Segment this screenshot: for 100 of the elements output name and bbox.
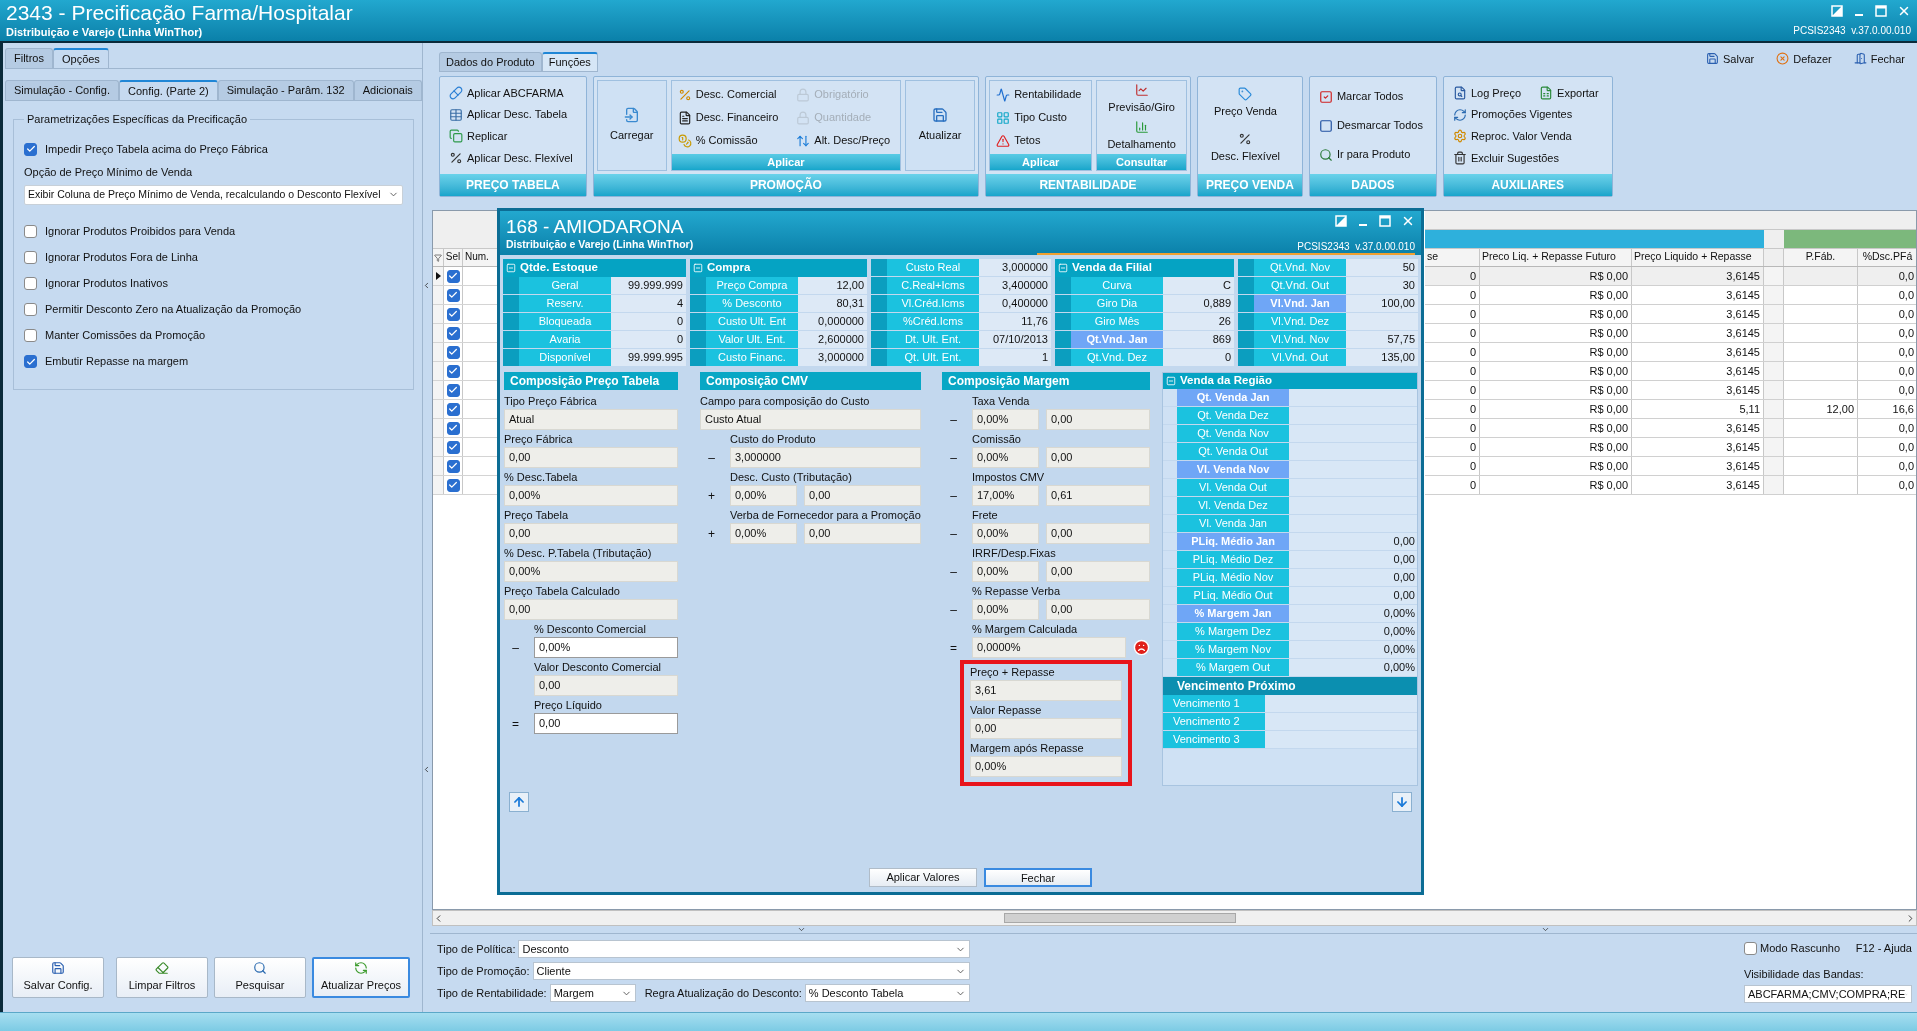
ribbon-button[interactable]: Desc. Financeiro: [677, 108, 783, 127]
restore-icon[interactable]: [1831, 5, 1843, 17]
checkbox[interactable]: [446, 478, 460, 492]
column-header[interactable]: se: [1425, 249, 1480, 266]
input-field[interactable]: 0,00%: [504, 485, 678, 506]
dropdown[interactable]: Cliente: [532, 962, 970, 980]
tab[interactable]: Simulação - Config.: [5, 80, 119, 100]
input-field[interactable]: 0,00%: [534, 637, 678, 658]
collapse-icon[interactable]: [1166, 376, 1176, 386]
checkbox[interactable]: [446, 440, 460, 454]
collapse-icon[interactable]: [693, 263, 703, 273]
checkbox[interactable]: [446, 269, 460, 283]
ribbon-button[interactable]: Ir para Produto: [1318, 145, 1415, 164]
input-field[interactable]: 0,00%: [972, 523, 1039, 544]
input-field[interactable]: 0,00: [534, 713, 678, 734]
ribbon-button[interactable]: Aplicar Desc. Flexível: [449, 148, 577, 168]
input-field[interactable]: 0,00%: [970, 756, 1122, 777]
input-field[interactable]: 0,00: [534, 675, 678, 696]
input-field[interactable]: 0,00: [1046, 561, 1150, 582]
checkbox[interactable]: [446, 345, 460, 359]
input-field[interactable]: 0,00%: [972, 447, 1039, 468]
input-field[interactable]: 0,00%: [972, 599, 1039, 620]
checkbox[interactable]: [446, 421, 460, 435]
ribbon-button[interactable]: % Comissão: [677, 131, 762, 150]
tab[interactable]: Filtros: [5, 48, 53, 68]
action-button[interactable]: Limpar Filtros: [116, 957, 208, 998]
ribbon-button[interactable]: Replicar: [449, 126, 512, 146]
ribbon-button[interactable]: Log Preço: [1452, 83, 1526, 103]
input-field[interactable]: 0,0000%: [972, 637, 1126, 658]
input-field[interactable]: 3,61: [970, 680, 1122, 701]
move-down-button[interactable]: [1392, 792, 1412, 812]
ribbon-button[interactable]: Promoções Vigentes: [1452, 105, 1577, 125]
toolbar-button[interactable]: Defazer: [1776, 50, 1832, 67]
dropdown[interactable]: ABCFARMA;CMV;COMPRA;RE: [1744, 985, 1912, 1003]
chevron-down-icon[interactable]: [1540, 925, 1550, 934]
input-field[interactable]: 0,00: [804, 523, 921, 544]
input-field[interactable]: 0,00: [504, 447, 678, 468]
input-field[interactable]: 0,00: [1046, 447, 1150, 468]
tab[interactable]: Config. (Parte 2): [119, 80, 218, 100]
row-selector[interactable]: [433, 267, 444, 285]
input-field[interactable]: 0,00: [504, 523, 678, 544]
chevron-left-icon[interactable]: [422, 765, 431, 775]
dropdown[interactable]: Desconto: [518, 940, 970, 958]
tab[interactable]: Simulação - Parâm. 132: [217, 80, 354, 100]
checkbox[interactable]: [446, 307, 460, 321]
ribbon-button[interactable]: Rentabilidade: [996, 85, 1086, 104]
column-header[interactable]: Num.: [463, 249, 498, 266]
ribbon-button[interactable]: Detalhamento: [1103, 119, 1180, 152]
ribbon-button[interactable]: Tetos: [996, 131, 1045, 150]
column-header[interactable]: Sel: [444, 249, 463, 266]
table-row[interactable]: 0 R$ 0,00 3,6145 0,0: [1425, 457, 1916, 476]
input-field[interactable]: 0,00: [804, 485, 921, 506]
table-row[interactable]: 0 R$ 0,00 3,6145 0,0: [1425, 286, 1916, 305]
dropdown[interactable]: Exibir Coluna de Preço Mínimo de Venda, recalculando o Desconto Flexível: [24, 184, 403, 205]
dialog-button[interactable]: Fechar: [984, 868, 1092, 887]
ribbon-button[interactable]: Marcar Todos: [1318, 87, 1408, 106]
tab[interactable]: Adicionais: [353, 80, 422, 100]
ribbon-button[interactable]: Reproc. Valor Venda: [1452, 126, 1576, 146]
input-field[interactable]: 0,61: [1046, 485, 1150, 506]
table-row[interactable]: 0 R$ 0,00 3,6145 0,0: [1425, 419, 1916, 438]
checkbox[interactable]: [446, 288, 460, 302]
table-row[interactable]: 0 R$ 0,00 3,6145 0,0: [1425, 476, 1916, 495]
action-button[interactable]: Salvar Config.: [12, 957, 104, 998]
dialog-button[interactable]: Aplicar Valores: [869, 868, 977, 887]
tab[interactable]: Dados do Produto: [439, 52, 542, 71]
table-row[interactable]: 0 R$ 0,00 3,6145 0,0: [1425, 381, 1916, 400]
tab[interactable]: Funções: [541, 52, 598, 71]
checkbox[interactable]: [24, 355, 37, 368]
input-field[interactable]: 17,00%: [972, 485, 1039, 506]
move-up-button[interactable]: [509, 792, 529, 812]
table-row[interactable]: 0 R$ 0,00 3,6145 0,0: [1425, 324, 1916, 343]
ribbon-button[interactable]: Aplicar ABCFARMA: [449, 83, 568, 103]
close-icon[interactable]: [1897, 4, 1911, 18]
checkbox[interactable]: [446, 402, 460, 416]
input-field[interactable]: 0,00%: [972, 409, 1039, 430]
input-field[interactable]: 0,00: [504, 599, 678, 620]
chevron-left-icon[interactable]: [422, 280, 431, 290]
chevron-down-icon[interactable]: [797, 925, 807, 934]
ribbon-button[interactable]: Desc. Comercial: [677, 85, 781, 104]
filter-icon[interactable]: [434, 253, 442, 262]
checkbox[interactable]: [24, 251, 37, 264]
checkbox[interactable]: [24, 142, 37, 156]
table-row[interactable]: 0 R$ 0,00 3,6145 0,0: [1425, 438, 1916, 457]
action-button[interactable]: Atualizar Preços: [312, 957, 410, 998]
ribbon-button[interactable]: Carregar: [596, 80, 667, 171]
table-row[interactable]: 0 R$ 0,00 3,6145 0,0: [1425, 305, 1916, 324]
action-button[interactable]: Pesquisar: [214, 957, 306, 998]
horizontal-scrollbar[interactable]: [432, 910, 1917, 926]
table-row[interactable]: 0 R$ 0,00 3,6145 0,0: [1425, 343, 1916, 362]
checkbox[interactable]: [24, 329, 37, 342]
input-field[interactable]: 0,00: [1046, 523, 1150, 544]
input-field[interactable]: 0,00%: [730, 485, 797, 506]
dropdown[interactable]: Margem: [549, 984, 636, 1002]
ribbon-button[interactable]: Alt. Desc/Preço: [796, 131, 895, 150]
checkbox[interactable]: [446, 364, 460, 378]
ribbon-button[interactable]: Exportar: [1539, 83, 1603, 103]
input-field[interactable]: 0,00%: [504, 561, 678, 582]
ribbon-button[interactable]: Desc. Flexível: [1206, 132, 1284, 165]
checkbox[interactable]: [446, 326, 460, 340]
checkbox[interactable]: [1744, 941, 1757, 955]
